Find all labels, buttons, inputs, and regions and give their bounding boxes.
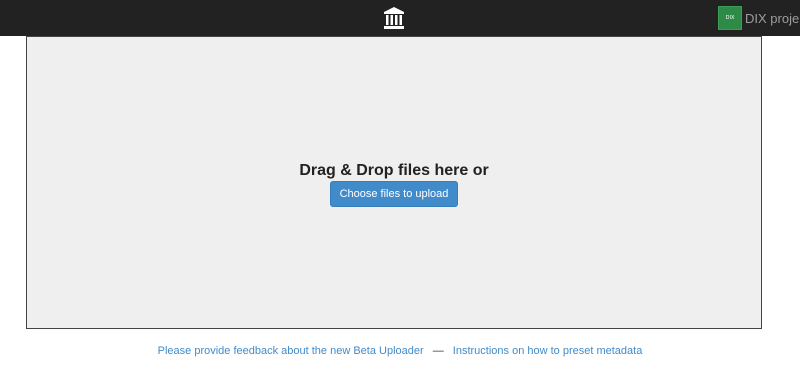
project-name: DIX proje... (745, 10, 800, 26)
footer-links: Please provide feedback about the new Be… (0, 345, 800, 357)
dropzone-content: Drag & Drop files here or Choose files t… (27, 161, 761, 207)
project-thumbnail-icon: DIX (718, 6, 742, 30)
file-dropzone[interactable]: Drag & Drop files here or Choose files t… (26, 36, 762, 329)
footer-separator: — (432, 345, 444, 357)
dropzone-title: Drag & Drop files here or (299, 162, 489, 179)
instructions-link[interactable]: Instructions on how to preset metadata (453, 345, 643, 357)
feedback-link[interactable]: Please provide feedback about the new Be… (158, 345, 424, 357)
project-thumbnail-label: DIX (725, 15, 735, 21)
institution-icon[interactable] (383, 6, 405, 30)
project-selector[interactable]: DIX DIX proje... (718, 6, 800, 30)
top-navbar: DIX DIX proje... (0, 0, 800, 36)
choose-files-button[interactable]: Choose files to upload (329, 181, 459, 207)
